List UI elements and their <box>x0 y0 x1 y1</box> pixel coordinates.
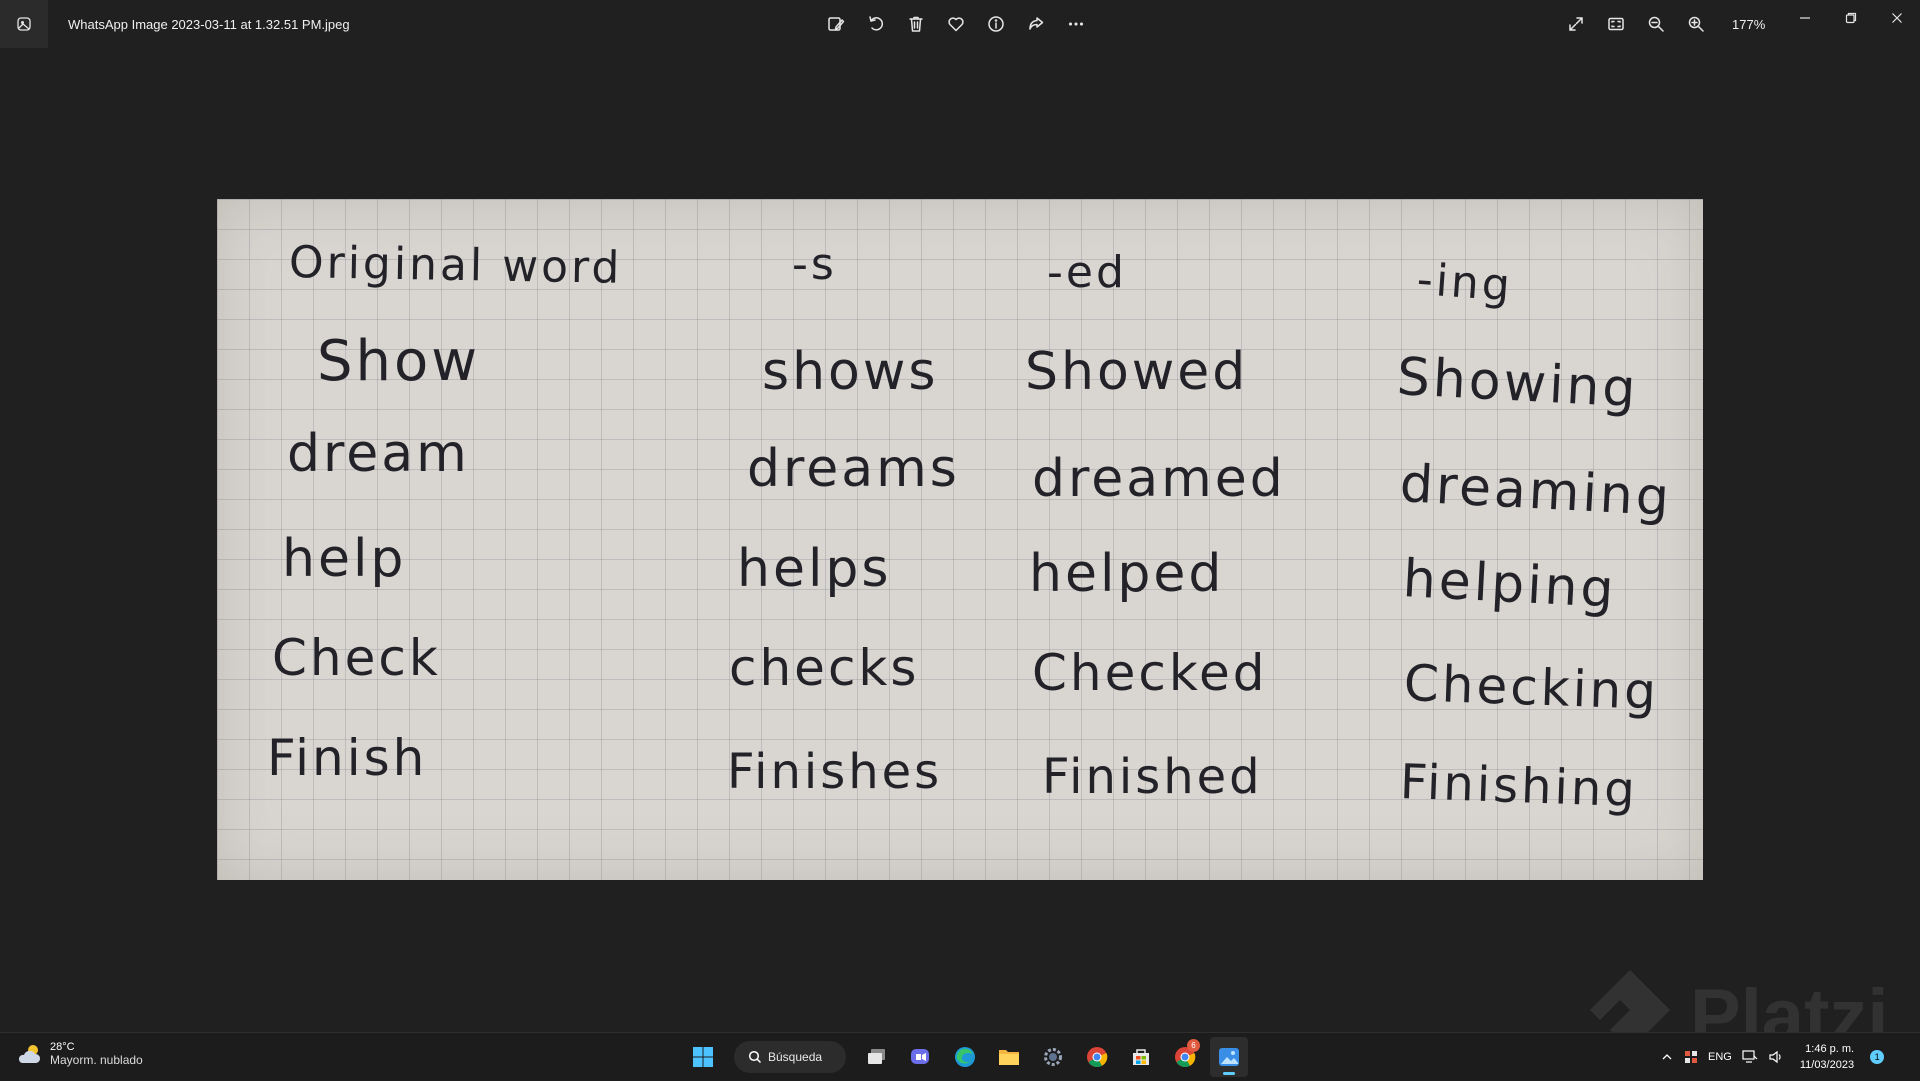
photos-taskbar-icon[interactable] <box>1210 1037 1248 1077</box>
language-indicator[interactable]: ENG <box>1708 1051 1732 1063</box>
teams-chat-icon[interactable] <box>902 1037 940 1077</box>
taskbar: 28°C Mayorm. nublado Búsqueda 6 ENG 1:46… <box>0 1032 1920 1080</box>
word-checking: Checking <box>1402 654 1660 721</box>
share-icon[interactable] <box>1020 8 1052 40</box>
word-dreamed: dreamed <box>1032 449 1286 509</box>
word-dreams: dreams <box>747 439 960 499</box>
chrome-badge: 6 <box>1187 1039 1200 1052</box>
info-icon[interactable] <box>980 8 1012 40</box>
weather-temp: 28°C <box>50 1041 75 1053</box>
edit-icon[interactable] <box>820 8 852 40</box>
title-bar: WhatsApp Image 2023-03-11 at 1.32.51 PM.… <box>0 0 1920 48</box>
zoom-level[interactable]: 177% <box>1732 17 1772 32</box>
displayed-photo[interactable]: Original word -s -ed -ing Show shows Sho… <box>217 199 1703 880</box>
word-dream: dream <box>287 424 470 484</box>
search-box[interactable]: Búsqueda <box>734 1041 846 1073</box>
zoom-in-icon[interactable] <box>1680 8 1712 40</box>
word-shows: shows <box>762 342 939 402</box>
window-controls <box>1782 0 1920 36</box>
word-show: Show <box>317 329 481 394</box>
fullscreen-icon[interactable] <box>1560 8 1592 40</box>
word-checks: checks <box>729 639 920 697</box>
word-checked: Checked <box>1032 644 1268 702</box>
rotate-icon[interactable] <box>860 8 892 40</box>
more-icon[interactable] <box>1060 8 1092 40</box>
word-finish: Finish <box>267 729 428 787</box>
cloud-sun-icon <box>18 1045 41 1063</box>
clock[interactable]: 1:46 p. m. 11/03/2023 <box>1800 1041 1854 1073</box>
word-help: help <box>282 529 407 589</box>
photos-app-icon[interactable] <box>0 0 48 48</box>
image-toolbar <box>820 0 1092 48</box>
taskbar-apps: Búsqueda 6 <box>684 1037 1248 1077</box>
view-toolbar: 177% <box>1560 0 1772 48</box>
word-check: Check <box>272 629 441 687</box>
header-s: -s <box>792 239 837 290</box>
notification-badge[interactable]: 1 <box>1870 1050 1885 1064</box>
weather-widget[interactable]: 28°C Mayorm. nublado <box>16 1041 143 1067</box>
favorite-icon[interactable] <box>940 8 972 40</box>
microsoft-store-icon[interactable] <box>1122 1037 1160 1077</box>
system-tray: ENG 1:46 p. m. 11/03/2023 1 <box>1660 1033 1885 1081</box>
clock-date: 11/03/2023 <box>1799 1059 1855 1071</box>
network-icon[interactable] <box>1742 1050 1758 1064</box>
word-helps: helps <box>737 539 892 599</box>
weather-condition: Mayorm. nublado <box>50 1053 143 1067</box>
file-explorer-icon[interactable] <box>990 1037 1028 1077</box>
fit-icon[interactable] <box>1600 8 1632 40</box>
zoom-out-icon[interactable] <box>1640 8 1672 40</box>
file-name-title: WhatsApp Image 2023-03-11 at 1.32.51 PM.… <box>68 16 350 32</box>
start-button[interactable] <box>684 1037 722 1077</box>
word-helped: helped <box>1029 544 1225 604</box>
header-ing: -ing <box>1415 254 1515 312</box>
word-showing: Showing <box>1395 347 1640 420</box>
word-finishing: Finishing <box>1399 754 1639 819</box>
chrome-icon[interactable] <box>1078 1037 1116 1077</box>
word-helping: helping <box>1401 549 1619 621</box>
restore-icon[interactable] <box>1828 0 1874 36</box>
word-finished: Finished <box>1042 749 1263 805</box>
word-showed: Showed <box>1025 342 1249 402</box>
app-tray-icon[interactable] <box>1684 1050 1698 1064</box>
task-view-icon[interactable] <box>858 1037 896 1077</box>
minimize-icon[interactable] <box>1782 0 1828 36</box>
edge-browser-icon[interactable] <box>946 1037 984 1077</box>
volume-icon[interactable] <box>1768 1050 1784 1064</box>
settings-icon[interactable] <box>1034 1037 1072 1077</box>
header-ed: -ed <box>1047 247 1127 298</box>
header-original-word: Original word <box>288 237 623 294</box>
chevron-up-icon[interactable] <box>1660 1050 1674 1064</box>
word-finishes: Finishes <box>727 744 943 800</box>
chrome-profile-icon[interactable]: 6 <box>1166 1037 1204 1077</box>
search-label: Búsqueda <box>768 1050 823 1064</box>
word-dreaming: dreaming <box>1398 454 1674 529</box>
delete-icon[interactable] <box>900 8 932 40</box>
search-icon <box>748 1050 762 1064</box>
photos-app-window: WhatsApp Image 2023-03-11 at 1.32.51 PM.… <box>0 0 1920 1059</box>
close-icon[interactable] <box>1874 0 1920 36</box>
clock-time: 1:46 p. m. <box>1805 1043 1855 1055</box>
